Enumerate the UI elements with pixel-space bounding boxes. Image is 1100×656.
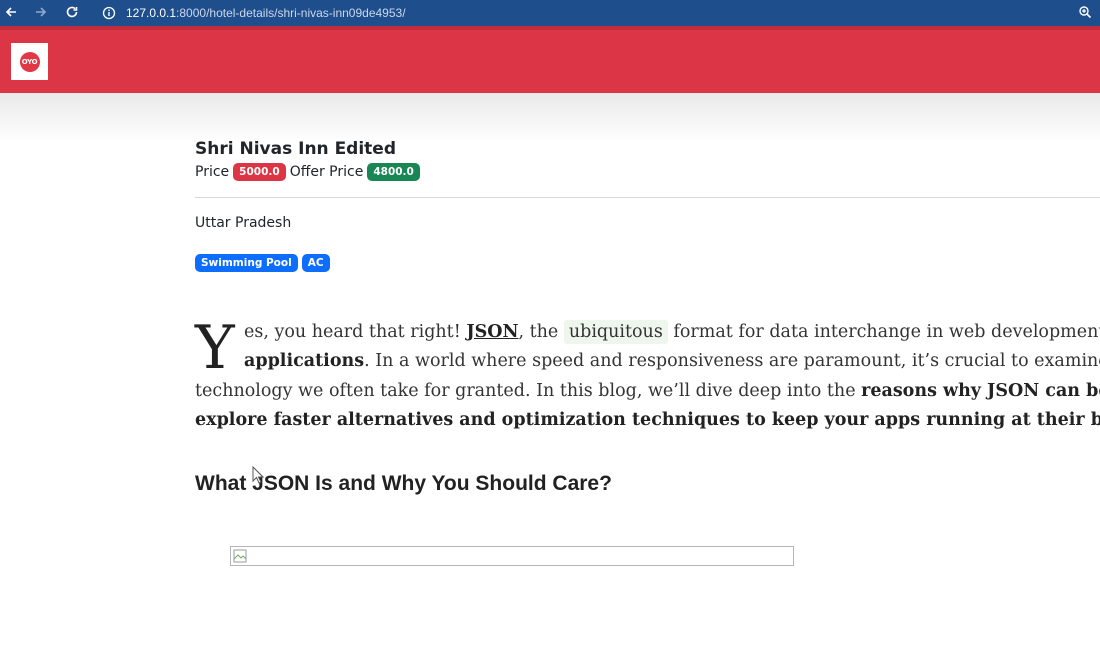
site-info-icon[interactable] [100,4,118,22]
text-span: format for data interchange in web devel… [667,322,1100,342]
broken-image [230,546,794,566]
price-line: Price 5000.0 Offer Price 4800.0 [195,162,1100,182]
article-line: es, you heard that right! JSON, the ubiq… [244,318,1100,348]
browser-toolbar: 127.0.0.1:8000/hotel-details/shri-nivas-… [0,0,1100,26]
url-text[interactable]: 127.0.0.1:8000/hotel-details/shri-nivas-… [126,6,406,20]
zoom-icon[interactable] [1076,3,1094,21]
address-bar[interactable]: 127.0.0.1:8000/hotel-details/shri-nivas-… [92,2,1088,24]
hotel-title: Shri Nivas Inn Edited [195,139,397,159]
amenities-list: Swimming Pool AC [195,254,330,272]
url-host: 127.0.0.1 [126,6,177,20]
oyo-logo[interactable]: OYO [11,43,48,80]
text-span: . In a world where speed and responsiven… [364,351,1100,371]
hotel-summary: Shri Nivas Inn Edited Price 5000.0 Offer… [195,136,1100,182]
amenity-badge: Swimming Pool [195,254,298,272]
article-line: technology we often take for granted. In… [195,377,1100,407]
url-path: :8000/hotel-details/shri-nivas-inn09de49… [176,6,406,20]
viewport: 127.0.0.1:8000/hotel-details/shri-nivas-… [0,0,1100,656]
hotel-location: Uttar Pradesh [195,215,292,231]
logo-mark: OYO [19,51,40,72]
mouse-cursor-icon [252,466,264,484]
drop-cap: Y [195,313,235,383]
forward-icon[interactable] [32,3,50,21]
article-line: applications. In a world where speed and… [244,347,1100,377]
bold-text: reasons why JSON can be a bott [861,381,1100,401]
bold-text: explore faster alternatives and optimiza… [195,410,1100,430]
price-badge: 5000.0 [233,163,286,181]
bold-text: applications [244,351,365,371]
text-span: es, you heard that right! [244,322,467,342]
amenity-badge: AC [301,254,330,272]
json-link[interactable]: JSON [466,322,518,342]
text-span: technology we often take for granted. In… [195,381,862,401]
reload-icon[interactable] [63,3,81,21]
back-icon[interactable] [2,3,20,21]
divider [195,197,1100,198]
article-line: explore faster alternatives and optimiza… [195,406,1100,436]
highlighted-word: ubiquitous [563,320,668,344]
app-header: OYO [0,30,1100,93]
text-span: , the [518,322,564,342]
price-label: Price [195,164,230,180]
offer-price-badge: 4800.0 [367,163,420,181]
broken-image-icon [233,549,247,563]
offer-price-label: Offer Price [289,164,364,180]
